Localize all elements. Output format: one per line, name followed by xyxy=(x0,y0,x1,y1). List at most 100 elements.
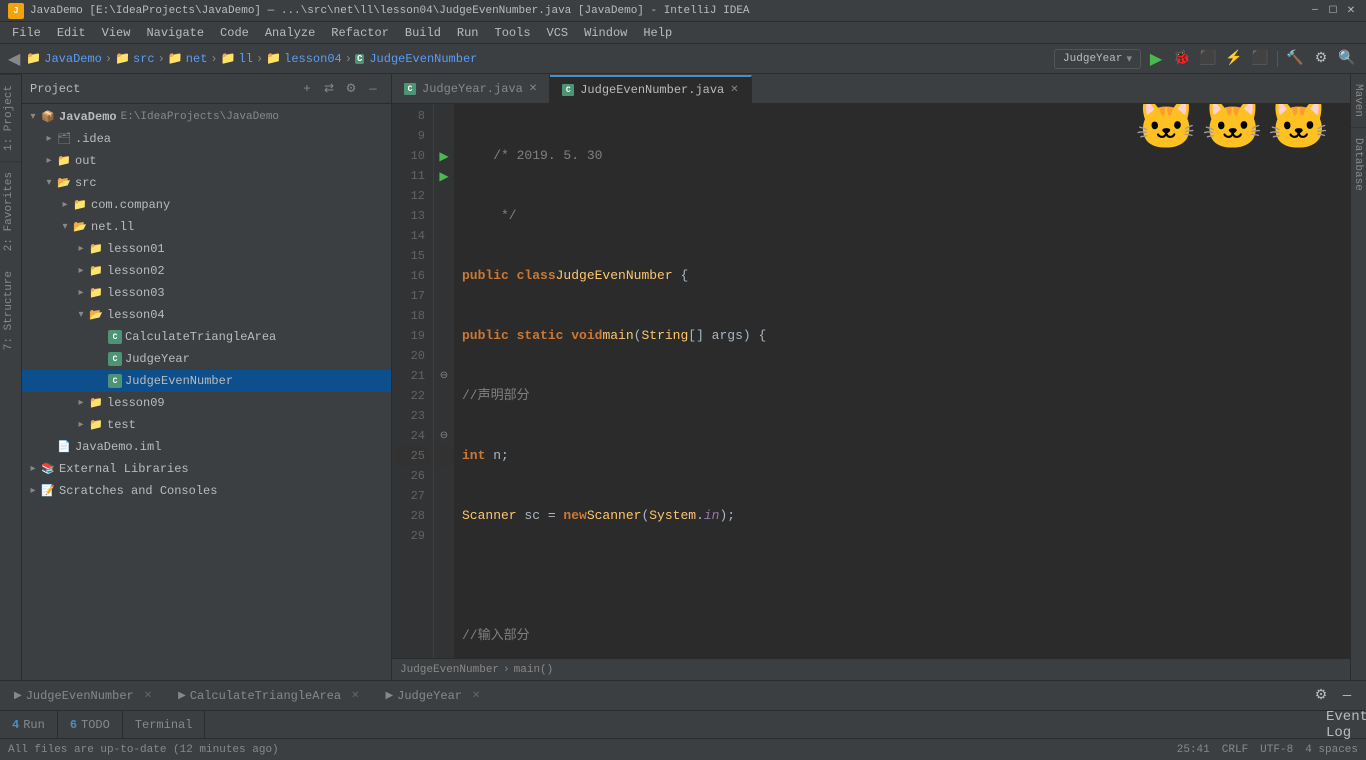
breadcrumb-method[interactable]: main() xyxy=(514,664,554,676)
run-close-calculatetrianglearea[interactable]: ✕ xyxy=(345,688,365,704)
tab-judgeyear[interactable]: C JudgeYear.java ✕ xyxy=(392,75,550,103)
search-everywhere-button[interactable]: 🔍 xyxy=(1336,48,1358,70)
tree-label-judgeevenumber: JudgeEvenNumber xyxy=(125,374,233,388)
breadcrumb-class[interactable]: JudgeEvenNumber xyxy=(400,664,499,676)
code-content[interactable]: /* 2019. 5. 30 */ public class JudgeEven… xyxy=(454,104,1350,658)
tree-item-calculatetrianglearea[interactable]: C CalculateTriangleArea xyxy=(22,326,391,348)
menu-vcs[interactable]: VCS xyxy=(539,24,577,42)
tree-item-lesson03[interactable]: ▸ 📁 lesson03 xyxy=(22,282,391,304)
status-crlf[interactable]: CRLF xyxy=(1222,744,1248,756)
menu-run[interactable]: Run xyxy=(449,24,487,42)
run-tab-judgeyear[interactable]: ▶ JudgeYear ✕ xyxy=(379,686,492,706)
menu-code[interactable]: Code xyxy=(212,24,257,42)
breadcrumb-ll[interactable]: ll xyxy=(239,52,253,66)
menu-refactor[interactable]: Refactor xyxy=(323,24,397,42)
tree-item-external-libs[interactable]: ▸ 📚 External Libraries xyxy=(22,458,391,480)
gutter-21[interactable]: ⊖ xyxy=(434,366,454,386)
menu-file[interactable]: File xyxy=(4,24,49,42)
menu-tools[interactable]: Tools xyxy=(487,24,539,42)
gutter-24[interactable]: ⊖ xyxy=(434,426,454,446)
tree-label-javademo: JavaDemo xyxy=(59,110,117,124)
run-close-judgeyear[interactable]: ✕ xyxy=(466,688,486,704)
tree-item-com-company[interactable]: ▸ 📁 com.company xyxy=(22,194,391,216)
menu-window[interactable]: Window xyxy=(576,24,635,42)
event-log-button[interactable]: Event Log xyxy=(1336,714,1358,736)
tree-item-scratches[interactable]: ▸ 📝 Scratches and Consoles xyxy=(22,480,391,502)
bottom-tab-terminal-label: Terminal xyxy=(135,718,193,732)
stop-button[interactable]: ⬛ xyxy=(1249,48,1271,70)
right-tab-maven[interactable]: Maven xyxy=(1351,74,1366,128)
tree-item-judgeevenumber[interactable]: C JudgeEvenNumber xyxy=(22,370,391,392)
close-button[interactable]: ✕ xyxy=(1344,4,1358,18)
tree-item-src[interactable]: ▾ 📂 src xyxy=(22,172,391,194)
tree-item-idea[interactable]: ▸ 🗂 .idea xyxy=(22,128,391,150)
run-settings-button[interactable]: ⚙ xyxy=(1310,685,1332,707)
gutter-10[interactable]: ▶ xyxy=(434,146,454,166)
gutter-11[interactable]: ▶ xyxy=(434,166,454,186)
tab-judgeevenumber-icon: C xyxy=(562,84,574,96)
status-encoding[interactable]: UTF-8 xyxy=(1260,744,1293,756)
tree-item-judgeyear[interactable]: C JudgeYear xyxy=(22,348,391,370)
sidebar-add-button[interactable]: + xyxy=(297,79,317,99)
sidebar-settings-button[interactable]: ⚙ xyxy=(341,79,361,99)
sidebar-minimize-button[interactable]: — xyxy=(363,79,383,99)
tree-item-lesson01[interactable]: ▸ 📁 lesson01 xyxy=(22,238,391,260)
tab-judgeyear-close[interactable]: ✕ xyxy=(529,83,537,95)
menu-view[interactable]: View xyxy=(94,24,139,42)
breadcrumb-src[interactable]: src xyxy=(133,52,155,66)
run-tab-judgeevenumber[interactable]: ▶ JudgeEvenNumber ✕ xyxy=(8,686,164,706)
menu-help[interactable]: Help xyxy=(635,24,680,42)
status-position[interactable]: 25:41 xyxy=(1177,744,1210,756)
side-tab-project[interactable]: 1: Project xyxy=(0,74,21,161)
settings-button[interactable]: ⚙ xyxy=(1310,48,1332,70)
minimize-button[interactable]: — xyxy=(1308,4,1322,18)
tab-judgeevenumber-close[interactable]: ✕ xyxy=(730,84,738,96)
lesson02-icon: 📁 xyxy=(88,263,104,279)
gutter-9 xyxy=(434,126,454,146)
right-tab-database[interactable]: Database xyxy=(1351,128,1366,201)
tree-item-test[interactable]: ▸ 📁 test xyxy=(22,414,391,436)
code-editor[interactable]: 8 9 10 11 12 13 14 15 16 17 18 19 20 21 … xyxy=(392,104,1350,658)
lib-icon: 📚 xyxy=(40,461,56,477)
menu-edit[interactable]: Edit xyxy=(49,24,94,42)
sidebar-sync-button[interactable]: ⇄ xyxy=(319,79,339,99)
code-line-16: //输入部分 xyxy=(462,626,1342,646)
tree-item-javademo-iml[interactable]: 📄 JavaDemo.iml xyxy=(22,436,391,458)
bottom-tab-run[interactable]: 4 Run xyxy=(0,711,58,738)
tree-item-lesson04[interactable]: ▾ 📂 lesson04 xyxy=(22,304,391,326)
run-tab-calculatetrianglearea[interactable]: ▶ CalculateTriangleArea ✕ xyxy=(172,686,371,706)
menu-build[interactable]: Build xyxy=(397,24,449,42)
nav-back-button[interactable]: ◀ xyxy=(8,49,20,69)
tree-item-net-ll[interactable]: ▾ 📂 net.ll xyxy=(22,216,391,238)
run-button[interactable]: ▶ xyxy=(1145,48,1167,70)
side-tab-favorites[interactable]: 2: Favorites xyxy=(0,161,21,261)
run-config-selector[interactable]: JudgeYear ▾ xyxy=(1054,49,1141,69)
breadcrumb-javademo[interactable]: JavaDemo xyxy=(44,52,102,66)
maximize-button[interactable]: ☐ xyxy=(1326,4,1340,18)
run-close-judgeevenumber[interactable]: ✕ xyxy=(138,688,158,704)
menu-navigate[interactable]: Navigate xyxy=(138,24,212,42)
debug-button[interactable]: 🐞 xyxy=(1171,48,1193,70)
breadcrumb-lesson04[interactable]: lesson04 xyxy=(284,52,342,66)
tree-item-lesson02[interactable]: ▸ 📁 lesson02 xyxy=(22,260,391,282)
menu-analyze[interactable]: Analyze xyxy=(257,24,323,42)
bottom-tab-todo[interactable]: 6 TODO xyxy=(58,711,123,738)
tree-item-javademo[interactable]: ▾ 📦 JavaDemo E:\IdeaProjects\JavaDemo xyxy=(22,106,391,128)
java-file-icon2: C xyxy=(108,352,122,366)
tree-item-lesson09[interactable]: ▸ 📁 lesson09 xyxy=(22,392,391,414)
bottom-tab-terminal[interactable]: Terminal xyxy=(123,711,206,738)
breadcrumb-file[interactable]: JudgeEvenNumber xyxy=(369,52,477,66)
breadcrumb-net[interactable]: net xyxy=(186,52,208,66)
side-tab-structure[interactable]: 7: Structure xyxy=(0,261,21,360)
tab-judgeevenumber[interactable]: C JudgeEvenNumber.java ✕ xyxy=(550,75,751,103)
build-button[interactable]: 🔨 xyxy=(1284,48,1306,70)
run-bar: ▶ JudgeEvenNumber ✕ ▶ CalculateTriangleA… xyxy=(0,680,1366,710)
run-with-coverage-button[interactable]: ⬛ xyxy=(1197,48,1219,70)
profile-button[interactable]: ⚡ xyxy=(1223,48,1245,70)
gutter-22 xyxy=(434,386,454,406)
status-indent[interactable]: 4 spaces xyxy=(1305,744,1358,756)
menu-bar: File Edit View Navigate Code Analyze Ref… xyxy=(0,22,1366,44)
tree-item-out[interactable]: ▸ 📁 out xyxy=(22,150,391,172)
run-close-panel-button[interactable]: — xyxy=(1336,685,1358,707)
status-message: All files are up-to-date (12 minutes ago… xyxy=(8,744,1165,756)
